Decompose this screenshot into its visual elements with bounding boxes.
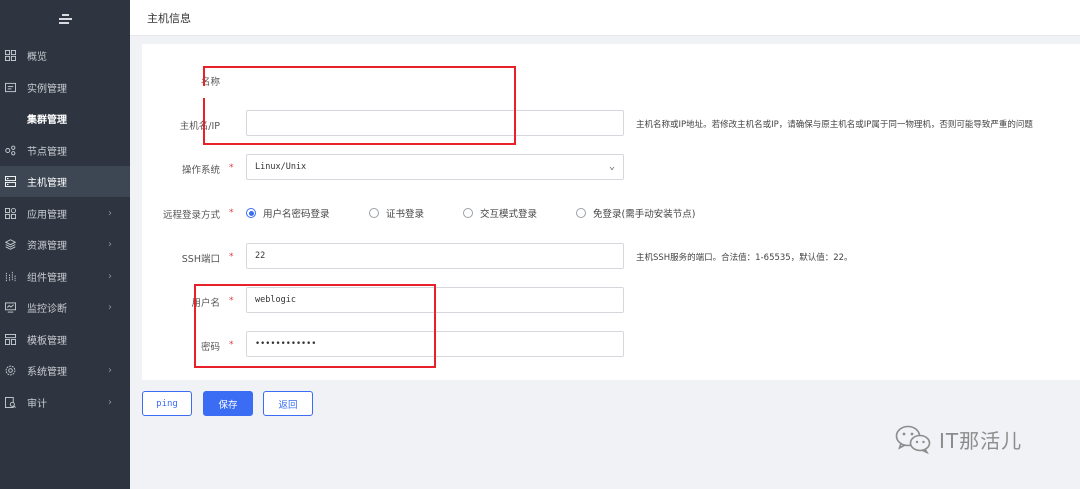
radio-label: 用户名密码登录 (263, 209, 330, 220)
radio-label: 证书登录 (386, 209, 425, 220)
annotation-line (203, 66, 516, 68)
sidebar-item-templates[interactable]: 模板管理 (0, 324, 130, 355)
chevron-right-icon: › (108, 239, 112, 250)
sidebar-item-label: 系统管理 (27, 367, 67, 378)
save-button[interactable]: 保存 (203, 391, 253, 416)
sidebar-item-label: 主机管理 (27, 178, 67, 189)
page-title: 主机信息 (147, 12, 191, 25)
annotation-line (514, 66, 516, 145)
settings-icon (5, 365, 16, 376)
sidebar-item-label: 审计 (27, 399, 47, 410)
sidebar-item-clusters[interactable]: 集群管理 (0, 103, 130, 134)
radio-no-login[interactable]: 免登录(需手动安装节点) (576, 206, 695, 220)
sidebar-item-components[interactable]: 组件管理 › (0, 261, 130, 292)
layers-icon (5, 239, 16, 250)
radio-dot (463, 208, 473, 218)
chevron-right-icon: › (108, 208, 112, 219)
required-mark: * (229, 208, 234, 218)
ssh-port-label: SSH端口 (181, 254, 220, 265)
menu-toggle-icon[interactable] (0, 0, 130, 38)
radio-password-login[interactable]: 用户名密码登录 (246, 206, 330, 220)
sidebar-item-label: 实例管理 (27, 84, 67, 95)
sidebar-item-monitoring[interactable]: 监控诊断 › (0, 292, 130, 323)
host-hint: 主机名称或IP地址。若修改主机名或IP，请确保与原主机名或IP属于同一物理机，否… (636, 120, 1033, 130)
sidebar-item-nodes[interactable]: 节点管理 (0, 135, 130, 166)
host-label: 主机名/IP (179, 121, 220, 132)
sidebar-item-instances[interactable]: 实例管理 (0, 72, 130, 103)
annotation-line (203, 68, 205, 86)
radio-label: 免登录(需手动安装节点) (593, 209, 696, 220)
instance-list-icon (5, 82, 16, 93)
chevron-right-icon: › (108, 365, 112, 376)
ping-button[interactable]: ping (142, 391, 192, 416)
dashboard-grid-icon (5, 50, 16, 61)
name-label: 名称 (200, 77, 220, 88)
host-input[interactable] (246, 110, 624, 136)
radio-label: 交互模式登录 (480, 209, 538, 220)
required-mark: * (229, 252, 234, 262)
page-header: 主机信息 (130, 0, 1080, 36)
sidebar-item-hosts[interactable]: 主机管理 (0, 166, 130, 197)
sidebar-item-label: 集群管理 (27, 115, 67, 126)
sidebar-item-system[interactable]: 系统管理 › (0, 355, 130, 386)
template-icon (5, 334, 16, 345)
radio-dot (246, 208, 256, 218)
sidebar-item-label: 组件管理 (27, 273, 67, 284)
sidebar-item-apps[interactable]: 应用管理 › (0, 198, 130, 229)
component-icon (5, 271, 16, 282)
required-mark: * (229, 163, 234, 173)
sidebar-item-label: 资源管理 (27, 241, 67, 252)
ssh-port-input[interactable]: 22 (246, 243, 624, 269)
server-icon (5, 176, 16, 187)
chevron-down-icon: ⌄ (608, 161, 615, 172)
sidebar-item-label: 应用管理 (27, 210, 67, 221)
os-select[interactable]: Linux/Unix ⌄ (246, 154, 624, 180)
sidebar-item-resources[interactable]: 资源管理 › (0, 229, 130, 260)
radio-dot (576, 208, 586, 218)
os-select-value: Linux/Unix (255, 162, 307, 172)
chevron-right-icon: › (108, 397, 112, 408)
ssh-port-hint: 主机SSH服务的端口。合法值：1-65535，默认值：22。 (636, 253, 853, 263)
watermark-text: IT那活儿 (939, 428, 1023, 453)
sidebar-item-label: 概览 (27, 52, 47, 63)
annotation-line (203, 98, 205, 145)
login-label: 远程登录方式 (162, 210, 220, 221)
os-label: 操作系统 (181, 165, 220, 176)
sidebar-item-label: 监控诊断 (27, 304, 67, 315)
wechat-logo-icon (895, 425, 931, 454)
sidebar: 概览 实例管理 集群管理 节点管理 主机管理 应用管理 › 资源管理 › 组件管… (0, 0, 130, 489)
sidebar-item-label: 节点管理 (27, 147, 67, 158)
annotation-line (203, 143, 516, 145)
audit-icon (5, 397, 16, 408)
radio-interactive-login[interactable]: 交互模式登录 (463, 206, 537, 220)
watermark: IT那活儿 (895, 424, 1022, 454)
sidebar-item-overview[interactable]: 概览 (0, 40, 130, 71)
radio-dot (369, 208, 379, 218)
app-grid-icon (5, 208, 16, 219)
sidebar-item-label: 模板管理 (27, 336, 67, 347)
radio-cert-login[interactable]: 证书登录 (369, 206, 424, 220)
monitor-icon (5, 302, 16, 313)
chevron-right-icon: › (108, 302, 112, 313)
node-icon (5, 145, 16, 156)
ssh-port-value: 22 (255, 251, 266, 261)
back-button[interactable]: 返回 (263, 391, 313, 416)
sidebar-item-audit[interactable]: 审计 › (0, 387, 130, 418)
annotation-box (194, 284, 436, 368)
chevron-right-icon: › (108, 271, 112, 282)
